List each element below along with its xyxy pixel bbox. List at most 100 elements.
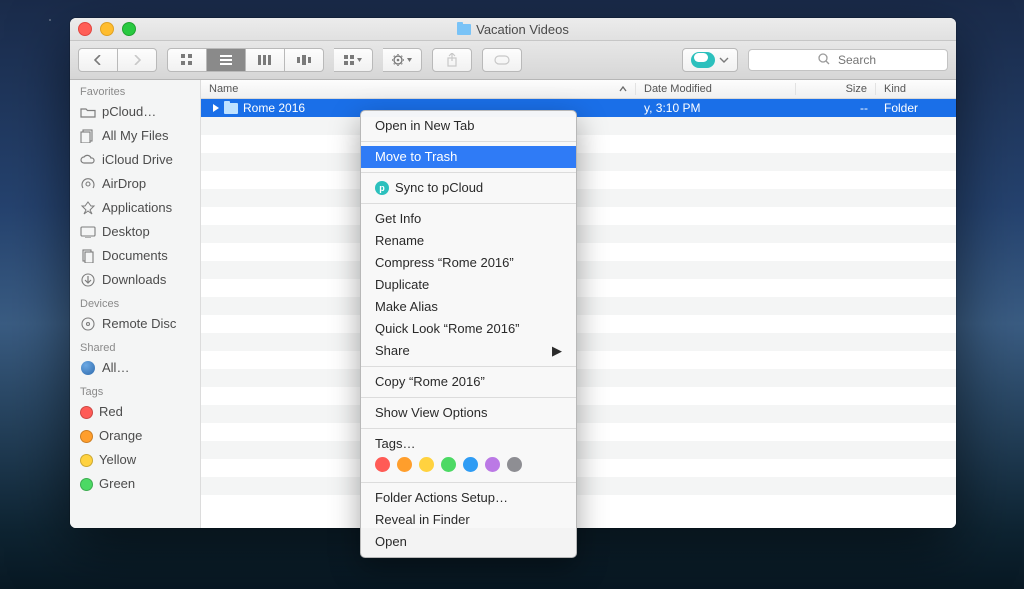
ctx-folder-actions[interactable]: Folder Actions Setup… (361, 487, 576, 509)
ctx-open[interactable]: Open (361, 531, 576, 553)
sidebar-tag-red[interactable]: Red (70, 400, 200, 424)
tag-dot-icon (80, 454, 93, 467)
ctx-reveal-finder[interactable]: Reveal in Finder (361, 509, 576, 531)
titlebar-folder-icon (457, 24, 471, 35)
sidebar-item-label: Remote Disc (102, 314, 176, 334)
tag-color-blue[interactable] (463, 457, 478, 472)
arrange-button[interactable] (334, 48, 373, 72)
ctx-duplicate[interactable]: Duplicate (361, 274, 576, 296)
tag-color-orange[interactable] (397, 457, 412, 472)
pcloud-icon (691, 52, 715, 68)
minimize-window-button[interactable] (100, 22, 114, 36)
sidebar-tag-yellow[interactable]: Yellow (70, 448, 200, 472)
documents-icon (80, 249, 96, 263)
tag-icon (493, 54, 511, 66)
file-size: -- (796, 101, 876, 115)
sidebar-item-desktop[interactable]: Desktop (70, 220, 200, 244)
ctx-get-info[interactable]: Get Info (361, 208, 576, 230)
arrange-group (334, 48, 373, 72)
list-view-button[interactable] (207, 48, 246, 72)
column-view-button[interactable] (246, 48, 285, 72)
sidebar-item-label: pCloud… (102, 102, 156, 122)
disclosure-triangle-icon[interactable] (213, 104, 219, 112)
tag-color-green[interactable] (441, 457, 456, 472)
sidebar-item-label: Downloads (102, 270, 166, 290)
ctx-share[interactable]: Share ▶ (361, 340, 576, 362)
file-row-selected[interactable]: Rome 2016 y, 3:10 PM -- Folder (201, 99, 956, 117)
coverflow-view-button[interactable] (285, 48, 324, 72)
pcloud-toolbar-button[interactable] (682, 48, 738, 72)
ctx-label: Share (375, 342, 410, 360)
file-kind: Folder (876, 101, 956, 115)
list-icon (220, 55, 232, 65)
sidebar-item-label: iCloud Drive (102, 150, 173, 170)
sidebar-item-pcloud[interactable]: pCloud… (70, 100, 200, 124)
grid-icon (181, 54, 193, 66)
ctx-quicklook[interactable]: Quick Look “Rome 2016” (361, 318, 576, 340)
tag-color-purple[interactable] (485, 457, 500, 472)
fullscreen-window-button[interactable] (122, 22, 136, 36)
file-rows[interactable]: Rome 2016 y, 3:10 PM -- Folder (201, 99, 956, 528)
sidebar-item-downloads[interactable]: Downloads (70, 268, 200, 292)
tag-color-yellow[interactable] (419, 457, 434, 472)
ctx-tag-colors (375, 457, 562, 472)
icon-view-button[interactable] (167, 48, 207, 72)
toolbar (70, 41, 956, 80)
sidebar-item-remotedisc[interactable]: Remote Disc (70, 312, 200, 336)
sidebar-item-label: All My Files (102, 126, 168, 146)
folder-icon (224, 103, 238, 114)
ctx-tags-section: Tags… (361, 433, 576, 478)
sidebar-item-all-shared[interactable]: All… (70, 356, 200, 380)
share-button[interactable] (432, 48, 472, 72)
sidebar-item-documents[interactable]: Documents (70, 244, 200, 268)
sidebar-tag-green[interactable]: Green (70, 472, 200, 496)
allfiles-icon (80, 129, 96, 143)
forward-button[interactable] (118, 48, 157, 72)
sidebar-item-icloud[interactable]: iCloud Drive (70, 148, 200, 172)
sidebar-tag-orange[interactable]: Orange (70, 424, 200, 448)
column-label: Size (846, 83, 867, 95)
sidebar-item-airdrop[interactable]: AirDrop (70, 172, 200, 196)
column-header-name[interactable]: Name (201, 83, 636, 95)
ctx-move-to-trash[interactable]: Move to Trash (361, 146, 576, 168)
ctx-sync-pcloud[interactable]: p Sync to pCloud (361, 177, 576, 199)
desktop-background: Vacation Videos (0, 0, 1024, 589)
column-header-date[interactable]: Date Modified (636, 83, 796, 95)
chevron-right-icon (133, 55, 141, 65)
column-header-size[interactable]: Size (796, 83, 876, 95)
share-icon (446, 53, 458, 67)
ctx-compress[interactable]: Compress “Rome 2016” (361, 252, 576, 274)
sidebar-item-label: All… (102, 358, 129, 378)
action-button[interactable] (383, 48, 422, 72)
titlebar[interactable]: Vacation Videos (70, 18, 956, 41)
close-window-button[interactable] (78, 22, 92, 36)
sidebar-item-allmyfiles[interactable]: All My Files (70, 124, 200, 148)
search-input[interactable] (748, 49, 948, 71)
airdrop-icon (80, 177, 96, 191)
disc-icon (80, 317, 96, 331)
ctx-make-alias[interactable]: Make Alias (361, 296, 576, 318)
ctx-view-options[interactable]: Show View Options (361, 402, 576, 424)
search-field-wrap (748, 49, 948, 71)
back-button[interactable] (78, 48, 118, 72)
ctx-separator (361, 366, 576, 367)
applications-icon (80, 201, 96, 215)
cloud-icon (80, 153, 96, 167)
ctx-rename[interactable]: Rename (361, 230, 576, 252)
ctx-copy[interactable]: Copy “Rome 2016” (361, 371, 576, 393)
sidebar-item-applications[interactable]: Applications (70, 196, 200, 220)
tag-color-red[interactable] (375, 457, 390, 472)
sidebar-item-label: Documents (102, 246, 168, 266)
ctx-separator (361, 141, 576, 142)
ctx-separator (361, 428, 576, 429)
column-header-kind[interactable]: Kind (876, 83, 956, 95)
sidebar-item-label: Orange (99, 426, 142, 446)
file-list-area: Name Date Modified Size Kind Rome 2016 (201, 80, 956, 528)
tag-color-gray[interactable] (507, 457, 522, 472)
pcloud-icon: p (375, 181, 389, 195)
column-label: Name (209, 83, 238, 95)
ctx-separator (361, 397, 576, 398)
sidebar-item-label: Applications (102, 198, 172, 218)
tags-button[interactable] (482, 48, 522, 72)
ctx-open-new-tab[interactable]: Open in New Tab (361, 115, 576, 137)
